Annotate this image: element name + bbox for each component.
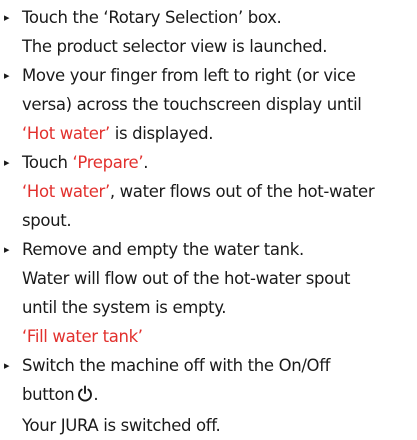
display-text-hot-water: ‘Hot water’ <box>22 124 110 143</box>
step-2-action-line-1: Move your finger from left to right (or … <box>22 66 356 85</box>
step-4-result-line-1: Water will flow out of the hot-water spo… <box>22 269 351 288</box>
bullet-arrow-icon: ▸ <box>4 243 10 256</box>
step-5-action-line-1: Switch the machine off with the On/Off <box>22 356 331 375</box>
step-3-action-suffix: . <box>143 153 149 172</box>
bullet-arrow-icon: ▸ <box>4 11 10 24</box>
step-3-result-line-2: spout. <box>22 211 72 230</box>
instruction-step-2: ▸ Move your finger from left to right (o… <box>0 61 417 148</box>
step-5-button-text: button <box>22 385 75 404</box>
step-2-action-suffix: is displayed. <box>109 124 214 143</box>
power-icon <box>77 382 93 411</box>
step-4-display-message: ‘Fill water tank’ <box>22 322 417 351</box>
instruction-step-5: ▸ Switch the machine off with the On/Off… <box>0 351 417 440</box>
display-text-prepare: ‘Prepare’ <box>72 153 144 172</box>
instruction-list: ▸ Touch the ‘Rotary Selection’ box. The … <box>0 0 417 440</box>
step-1-result: The product selector view is launched. <box>22 37 328 56</box>
bullet-arrow-icon: ▸ <box>4 359 10 372</box>
step-3-result-line-1: ‘Hot water’, water flows out of the hot-… <box>22 177 417 206</box>
display-text-fill-water-tank: ‘Fill water tank’ <box>22 327 143 346</box>
step-1-action: Touch the ‘Rotary Selection’ box. <box>22 8 282 27</box>
instruction-step-1: ▸ Touch the ‘Rotary Selection’ box. The … <box>0 3 417 61</box>
step-4-action: Remove and empty the water tank. <box>22 240 304 259</box>
step-2-action-line-3: ‘Hot water’ is displayed. <box>22 119 417 148</box>
step-3-action: Touch ‘Prepare’. <box>22 148 417 177</box>
step-3-result-suffix: , water flows out of the hot-water <box>109 182 375 201</box>
step-4-result-line-2: until the system is empty. <box>22 298 227 317</box>
bullet-arrow-icon: ▸ <box>4 69 10 82</box>
bullet-arrow-icon: ▸ <box>4 156 10 169</box>
step-3-action-prefix: Touch <box>22 153 73 172</box>
step-2-action-line-2: versa) across the touchscreen display un… <box>22 95 362 114</box>
instruction-step-3: ▸ Touch ‘Prepare’. ‘Hot water’, water fl… <box>0 148 417 235</box>
instruction-step-4: ▸ Remove and empty the water tank. Water… <box>0 235 417 351</box>
step-5-action-line-2: button. <box>22 380 417 411</box>
instruction-page: ▸ Touch the ‘Rotary Selection’ box. The … <box>0 0 417 436</box>
display-text-hot-water: ‘Hot water’ <box>22 182 110 201</box>
